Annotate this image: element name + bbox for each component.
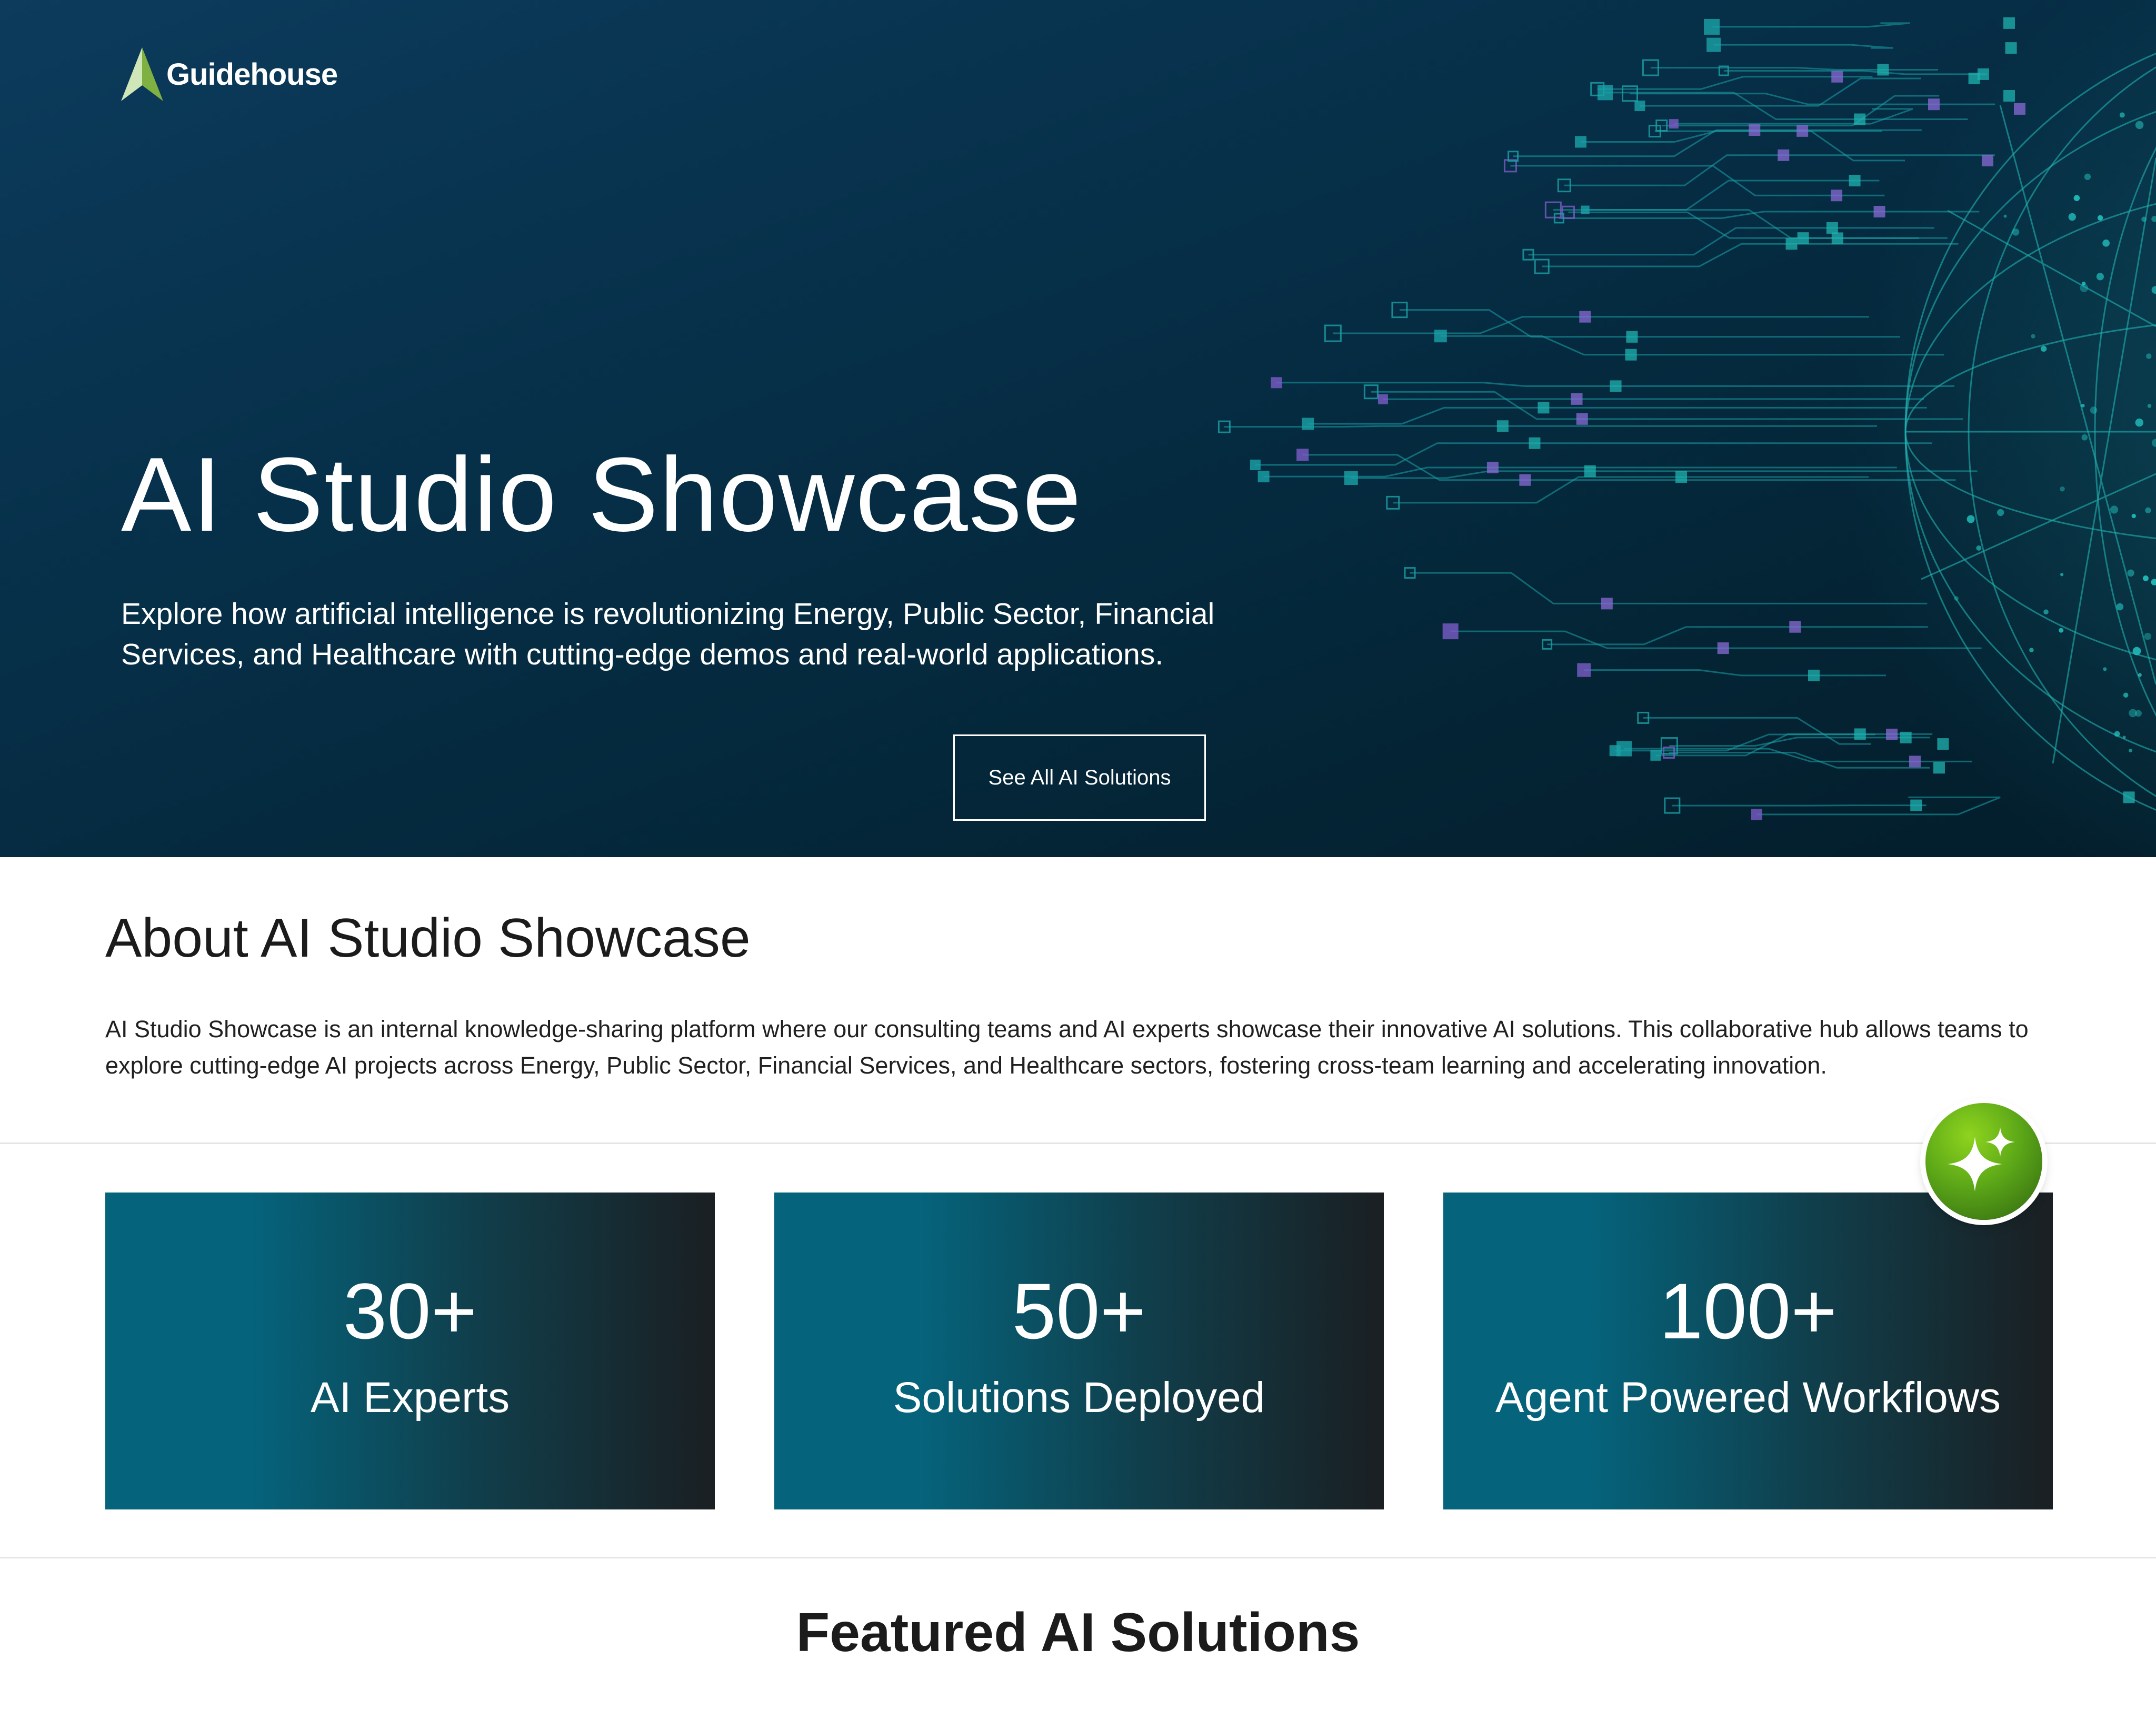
stat-label: Solutions Deployed [893, 1374, 1265, 1422]
stat-value: 50+ [1012, 1267, 1146, 1355]
see-all-solutions-button[interactable]: See All AI Solutions [953, 734, 1206, 821]
brand-name: Guidehouse [166, 57, 338, 92]
guidehouse-peak-icon [121, 47, 163, 101]
section-divider [0, 1557, 2156, 1558]
stat-value: 30+ [343, 1267, 477, 1355]
circuit-globe-illustration [1217, 0, 2156, 857]
stat-value: 100+ [1659, 1267, 1837, 1355]
sparkle-icon [1948, 1127, 2015, 1191]
stat-label: Agent Powered Workflows [1495, 1374, 2001, 1422]
stat-label: AI Experts [310, 1374, 510, 1422]
stat-card-solutions-deployed: 50+ Solutions Deployed [774, 1193, 1384, 1509]
guidehouse-logo[interactable]: Guidehouse [121, 47, 338, 101]
hero-subtitle: Explore how artificial intelligence is r… [121, 597, 1215, 671]
section-divider [0, 1142, 2156, 1144]
about-description: AI Studio Showcase is an internal knowle… [105, 1016, 2029, 1079]
ai-assistant-button[interactable] [1925, 1103, 2042, 1220]
hero-banner: Guidehouse AI Studio Showcase Explore ho… [0, 0, 2156, 857]
hero-title: AI Studio Showcase [121, 436, 1082, 553]
stat-card-ai-experts: 30+ AI Experts [105, 1193, 715, 1509]
featured-solutions-title: Featured AI Solutions [796, 1602, 1360, 1663]
stat-card-agent-workflows: 100+ Agent Powered Workflows [1443, 1193, 2053, 1509]
about-title: About AI Studio Showcase [105, 908, 751, 969]
